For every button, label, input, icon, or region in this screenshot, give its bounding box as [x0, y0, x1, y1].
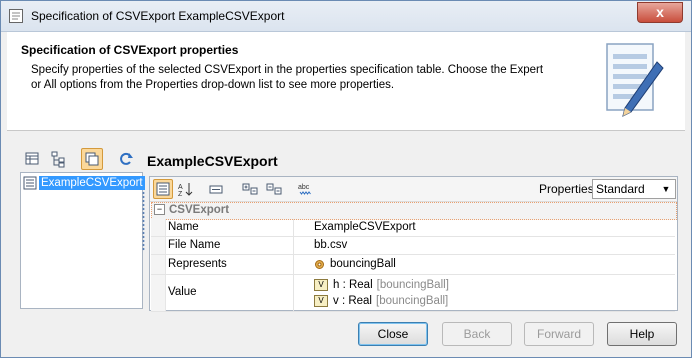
collapse-icon: [266, 183, 282, 195]
main-area: ExampleCSVExport ExampleCSVExport A Z ab…: [7, 131, 685, 312]
list-item[interactable]: V h : Real [bouncingBall]: [314, 277, 449, 293]
refresh-button[interactable]: [115, 148, 137, 170]
sort-alpha-icon: A Z: [178, 183, 193, 198]
row-gutter: [151, 219, 166, 236]
property-name: File Name: [168, 239, 221, 251]
forward-button[interactable]: Forward: [524, 322, 594, 346]
document-pencil-icon: [606, 43, 664, 117]
window-close-button[interactable]: x: [637, 2, 683, 23]
properties-mode-label: Properties:: [539, 182, 598, 196]
tree-view-button[interactable]: [47, 148, 69, 170]
value-item-context: [bouncingBall]: [376, 279, 449, 291]
gear-icon: [315, 259, 324, 269]
categorized-button[interactable]: [153, 179, 173, 199]
close-icon: x: [656, 4, 664, 20]
categorized-icon: [156, 182, 170, 196]
property-name: Name: [168, 221, 199, 233]
dialog-header: Specification of CSVExport properties Sp…: [7, 32, 685, 131]
close-button-label: Close: [377, 327, 409, 341]
title-bar[interactable]: Specification of CSVExport ExampleCSVExp…: [1, 1, 691, 32]
table-row[interactable]: Represents bouncingBall: [151, 255, 675, 275]
table-row[interactable]: Value V h : Real [bouncingBall] V v : Re…: [151, 275, 675, 312]
represents-value: bouncingBall: [330, 258, 396, 270]
panel-splitter[interactable]: [142, 191, 145, 251]
forward-button-label: Forward: [536, 327, 581, 341]
properties-mode-value: Standard: [596, 182, 645, 196]
property-name: Represents: [168, 258, 227, 270]
table-row[interactable]: File Name bb.csv: [151, 237, 675, 255]
value-property-icon: V: [314, 295, 328, 307]
close-button[interactable]: Close: [358, 322, 428, 346]
value-item-main: v : Real: [333, 295, 372, 307]
help-button[interactable]: Help: [607, 322, 677, 346]
column-separator: [293, 255, 294, 274]
property-name: Value: [168, 286, 197, 298]
property-value[interactable]: ExampleCSVExport: [314, 221, 416, 233]
property-value[interactable]: bouncingBall: [314, 258, 396, 270]
table-row[interactable]: Name ExampleCSVExport: [151, 219, 675, 237]
value-property-icon: V: [314, 279, 328, 291]
element-tree[interactable]: ExampleCSVExport: [20, 172, 145, 309]
table-view-icon: [25, 152, 39, 165]
row-gutter: [151, 275, 166, 311]
svg-text:abc: abc: [298, 184, 310, 191]
field-icon: [209, 185, 223, 194]
help-button-label: Help: [629, 327, 655, 341]
refresh-icon: [120, 152, 133, 165]
back-button-label: Back: [463, 327, 491, 341]
header-title: Specification of CSVExport properties: [21, 43, 239, 57]
svg-text:Z: Z: [178, 191, 183, 198]
row-gutter: [151, 237, 166, 254]
element-title: ExampleCSVExport: [147, 153, 278, 169]
tree-view-icon: [51, 151, 65, 168]
specification-window: Specification of CSVExport ExampleCSVExp…: [0, 0, 692, 358]
row-gutter: [151, 255, 166, 274]
tree-item-label: ExampleCSVExport: [39, 176, 145, 190]
copy-toggle-button[interactable]: [81, 148, 103, 170]
collapse-all-button[interactable]: [264, 179, 284, 199]
property-value-list[interactable]: V h : Real [bouncingBall] V v : Real [bo…: [314, 277, 449, 309]
spell-check-button[interactable]: abc: [296, 179, 316, 199]
window-app-icon: [9, 9, 23, 23]
column-separator: [293, 219, 294, 236]
expand-icon: [242, 183, 258, 195]
copy-icon: [85, 152, 99, 166]
properties-mode-select[interactable]: Standard ▼: [592, 179, 676, 199]
csv-export-icon: [23, 176, 37, 190]
window-title: Specification of CSVExport ExampleCSVExp…: [31, 9, 285, 23]
chevron-down-icon[interactable]: ▼: [659, 182, 673, 196]
spell-icon: abc: [298, 184, 311, 195]
sort-alpha-button[interactable]: A Z: [175, 179, 195, 199]
column-separator: [293, 237, 294, 254]
value-item-main: h : Real: [333, 279, 373, 291]
field-view-button[interactable]: [206, 179, 226, 199]
tree-item-examplecsvexport[interactable]: ExampleCSVExport: [23, 175, 145, 191]
column-separator: [293, 275, 294, 311]
back-button[interactable]: Back: [442, 322, 512, 346]
property-value[interactable]: bb.csv: [314, 239, 347, 251]
category-label: CSVExport: [169, 204, 230, 216]
header-description: Specify properties of the selected CSVEx…: [31, 64, 544, 91]
properties-toolbar: A Z abc Properties: Standard ▼: [150, 177, 677, 202]
left-toolbar: [21, 148, 151, 170]
category-row[interactable]: − CSVExport: [151, 202, 677, 220]
expand-all-button[interactable]: [240, 179, 260, 199]
properties-panel: A Z abc Properties: Standard ▼ − CSVExpo…: [149, 176, 678, 312]
collapse-category-icon[interactable]: −: [154, 204, 165, 215]
value-item-context: [bouncingBall]: [376, 295, 449, 307]
table-view-button[interactable]: [21, 148, 43, 170]
svg-text:A: A: [178, 184, 183, 191]
list-item[interactable]: V v : Real [bouncingBall]: [314, 293, 449, 309]
